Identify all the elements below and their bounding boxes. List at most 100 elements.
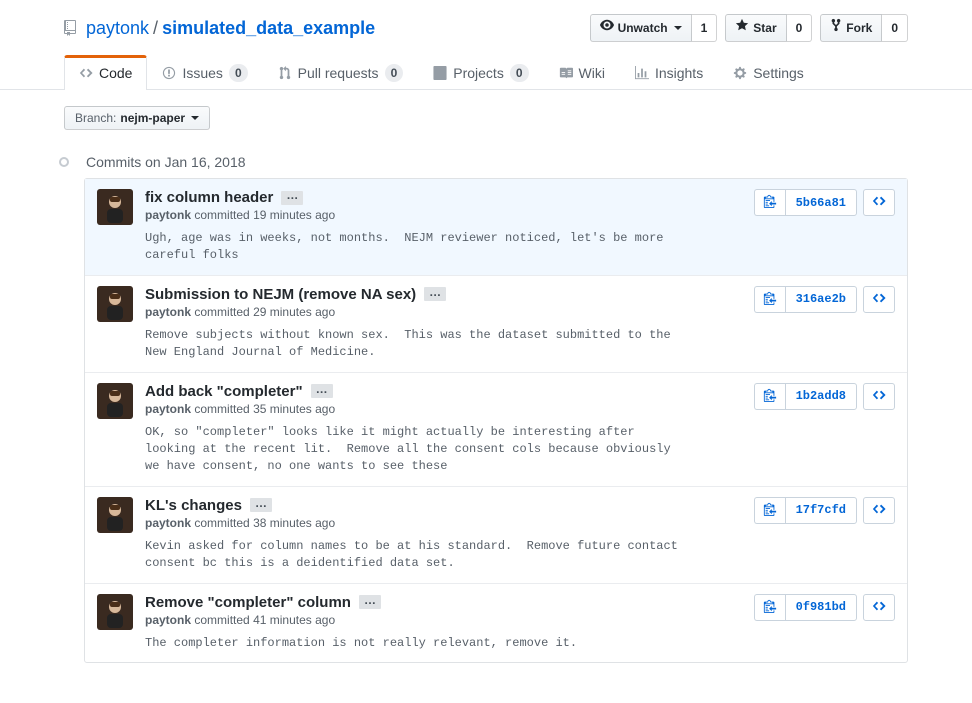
commit-row: Add back "completer" … paytonk committed… [85, 372, 907, 486]
browse-repo-at-commit-button[interactable] [863, 594, 895, 621]
tab-wiki[interactable]: Wiki [544, 55, 620, 90]
tab-projects-label: Projects [453, 65, 504, 81]
avatar[interactable] [97, 383, 133, 419]
sha-link[interactable]: 1b2add8 [785, 383, 857, 410]
copy-sha-button[interactable] [754, 189, 785, 216]
clipboard-icon [763, 194, 777, 211]
avatar[interactable] [97, 189, 133, 225]
committed-verb: committed [194, 305, 249, 319]
branch-name: nejm-paper [120, 111, 185, 125]
copy-sha-button[interactable] [754, 286, 785, 313]
commit-description: Ugh, age was in weeks, not months. NEJM … [145, 230, 742, 265]
sha-link[interactable]: 17f7cfd [785, 497, 857, 524]
copy-sha-button[interactable] [754, 383, 785, 410]
tab-code-label: Code [99, 65, 132, 81]
star-button[interactable]: Star [725, 14, 786, 42]
browse-repo-at-commit-button[interactable] [863, 497, 895, 524]
avatar[interactable] [97, 286, 133, 322]
fork-count[interactable]: 0 [882, 14, 908, 42]
tab-issues[interactable]: Issues 0 [147, 55, 262, 90]
commit-description: OK, so "completer" looks like it might a… [145, 424, 742, 476]
sha-link[interactable]: 316ae2b [785, 286, 857, 313]
commit-time: 41 minutes ago [253, 613, 335, 627]
commit-description: Kevin asked for column names to be at hi… [145, 538, 742, 573]
code-icon [872, 291, 886, 308]
issues-counter: 0 [229, 64, 248, 82]
expand-message-button[interactable]: … [250, 498, 272, 512]
commit-meta: paytonk committed 19 minutes ago [145, 208, 742, 222]
fork-label: Fork [846, 18, 872, 38]
repo-nav: Code Issues 0 Pull requests 0 Projects 0… [0, 54, 972, 89]
commit-time: 35 minutes ago [253, 402, 335, 416]
star-label: Star [753, 18, 776, 38]
commit-meta: paytonk committed 38 minutes ago [145, 516, 742, 530]
owner-link[interactable]: paytonk [86, 18, 149, 39]
tab-issues-label: Issues [182, 65, 222, 81]
commit-title-link[interactable]: KL's changes [145, 497, 242, 514]
author-link[interactable]: paytonk [145, 613, 191, 627]
commit-time: 38 minutes ago [253, 516, 335, 530]
author-link[interactable]: paytonk [145, 516, 191, 530]
commit-meta: paytonk committed 29 minutes ago [145, 305, 742, 319]
commit-title-link[interactable]: Remove "completer" column [145, 594, 351, 611]
committed-verb: committed [194, 516, 249, 530]
commit-row: Remove "completer" column … paytonk comm… [85, 583, 907, 662]
author-link[interactable]: paytonk [145, 402, 191, 416]
sha-link[interactable]: 5b66a81 [785, 189, 857, 216]
page-actions: Unwatch 1 Star 0 Fork 0 [590, 14, 908, 42]
commit-description: The completer information is not really … [145, 635, 742, 652]
clipboard-icon [763, 599, 777, 616]
repo-title: paytonk / simulated_data_example [64, 18, 375, 39]
repo-icon [64, 20, 80, 36]
copy-sha-button[interactable] [754, 594, 785, 621]
code-icon [872, 599, 886, 616]
committed-verb: committed [194, 613, 249, 627]
browse-repo-at-commit-button[interactable] [863, 286, 895, 313]
branch-selector[interactable]: Branch: nejm-paper [64, 106, 210, 130]
fork-button[interactable]: Fork [820, 14, 882, 42]
avatar[interactable] [97, 497, 133, 533]
clipboard-icon [763, 388, 777, 405]
committed-verb: committed [194, 208, 249, 222]
commit-title-link[interactable]: fix column header [145, 189, 273, 206]
tab-wiki-label: Wiki [579, 65, 605, 81]
copy-sha-button[interactable] [754, 497, 785, 524]
commit-time: 29 minutes ago [253, 305, 335, 319]
author-link[interactable]: paytonk [145, 305, 191, 319]
expand-message-button[interactable]: … [359, 595, 381, 609]
expand-message-button[interactable]: … [311, 384, 333, 398]
committed-verb: committed [194, 402, 249, 416]
tab-projects[interactable]: Projects 0 [418, 55, 543, 90]
sha-link[interactable]: 0f981bd [785, 594, 857, 621]
commits-list: fix column header … paytonk committed 19… [84, 178, 908, 663]
fork-icon [830, 18, 842, 38]
tab-pull-requests[interactable]: Pull requests 0 [263, 55, 419, 90]
repo-link[interactable]: simulated_data_example [162, 18, 375, 39]
expand-message-button[interactable]: … [281, 191, 303, 205]
commit-title-link[interactable]: Add back "completer" [145, 383, 303, 400]
clipboard-icon [763, 502, 777, 519]
commit-row: fix column header … paytonk committed 19… [85, 179, 907, 275]
commit-title-link[interactable]: Submission to NEJM (remove NA sex) [145, 286, 416, 303]
commit-meta: paytonk committed 41 minutes ago [145, 613, 742, 627]
expand-message-button[interactable]: … [424, 287, 446, 301]
tab-settings-label: Settings [753, 65, 804, 81]
avatar[interactable] [97, 594, 133, 630]
author-link[interactable]: paytonk [145, 208, 191, 222]
browse-repo-at-commit-button[interactable] [863, 189, 895, 216]
star-count[interactable]: 0 [787, 14, 813, 42]
tab-code[interactable]: Code [64, 55, 147, 90]
issue-icon [162, 66, 176, 80]
tab-pulls-label: Pull requests [298, 65, 379, 81]
tab-insights[interactable]: Insights [620, 55, 718, 90]
commit-meta: paytonk committed 35 minutes ago [145, 402, 742, 416]
unwatch-button[interactable]: Unwatch [590, 14, 692, 42]
timeline-marker-icon [59, 157, 69, 167]
browse-repo-at-commit-button[interactable] [863, 383, 895, 410]
tab-settings[interactable]: Settings [718, 55, 819, 90]
commit-row: Submission to NEJM (remove NA sex) … pay… [85, 275, 907, 372]
gear-icon [733, 66, 747, 80]
branch-prefix: Branch: [75, 111, 116, 125]
watch-count[interactable]: 1 [692, 14, 718, 42]
chevron-down-icon [191, 116, 199, 120]
